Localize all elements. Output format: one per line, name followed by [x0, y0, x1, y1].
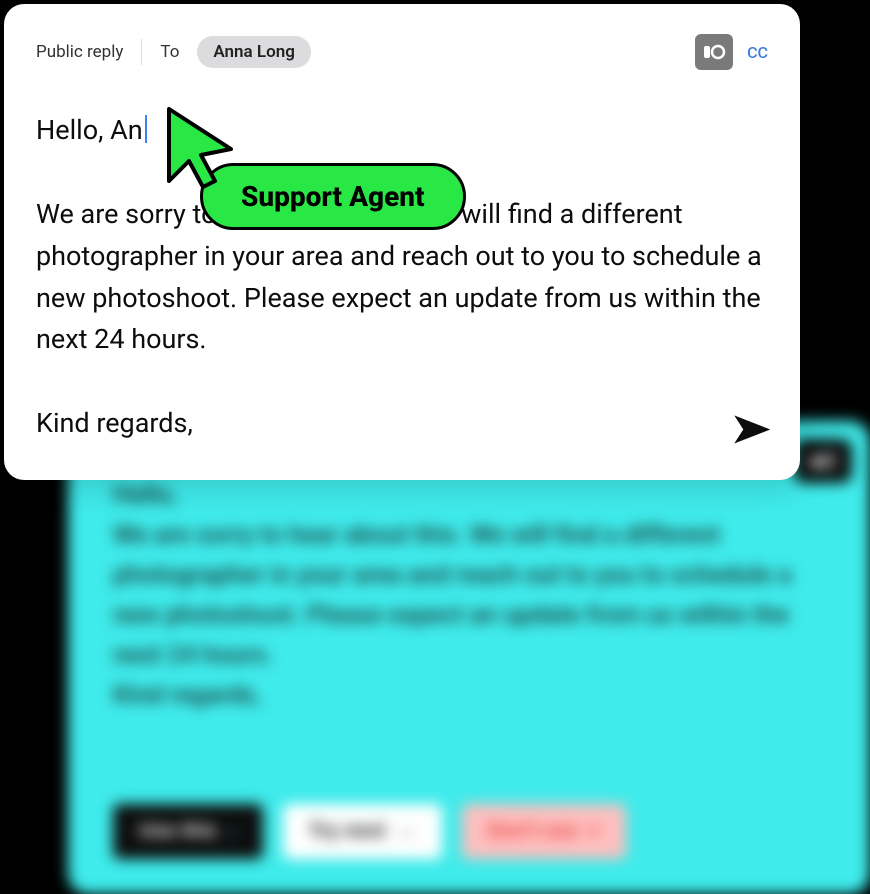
download-icon: ↓	[227, 820, 237, 843]
recipient-chip[interactable]: Anna Long	[197, 36, 310, 68]
suggestion-greeting: Hello,	[113, 481, 177, 510]
message-closing: Kind regards,	[36, 403, 768, 445]
try-next-label: Try next	[309, 820, 386, 843]
suggestion-card: ■O Hello, We are sorry to hear about thi…	[68, 421, 870, 894]
suggestion-text: Hello, We are sorry to hear about this. …	[113, 476, 830, 716]
dont-use-button[interactable]: Don't use ×	[462, 804, 626, 859]
text-cursor	[145, 115, 147, 143]
header-divider	[141, 39, 142, 65]
dont-use-label: Don't use	[488, 820, 578, 843]
collaboration-cursor	[161, 103, 241, 193]
suggestion-body: We are sorry to hear about this. We will…	[113, 521, 791, 670]
to-label: To	[160, 42, 179, 62]
compose-header: Public reply To Anna Long CC	[36, 34, 768, 70]
compose-panel: Public reply To Anna Long CC Hello, An W…	[4, 4, 800, 480]
close-icon: ×	[588, 820, 600, 843]
agent-badge-label: Support Agent	[241, 180, 425, 213]
cc-button[interactable]: CC	[747, 43, 768, 62]
brand-logo-icon: ■O	[794, 439, 852, 483]
message-greeting-line: Hello, An	[36, 110, 768, 152]
reply-type-selector[interactable]: Public reply	[36, 42, 123, 62]
send-button[interactable]: ➤	[731, 405, 771, 452]
assist-icon[interactable]	[695, 34, 733, 70]
use-this-label: Use this	[139, 820, 217, 843]
arrow-right-icon: →	[396, 820, 416, 843]
try-next-button[interactable]: Try next →	[283, 804, 442, 859]
greeting-text: Hello, An	[36, 110, 143, 152]
suggestion-closing: Kind regards,	[113, 681, 261, 710]
use-this-button[interactable]: Use this ↓	[113, 804, 263, 859]
suggestion-actions: Use this ↓ Try next → Don't use ×	[113, 804, 626, 859]
message-editor[interactable]: Hello, An We are sorry to hear about thi…	[36, 110, 768, 445]
